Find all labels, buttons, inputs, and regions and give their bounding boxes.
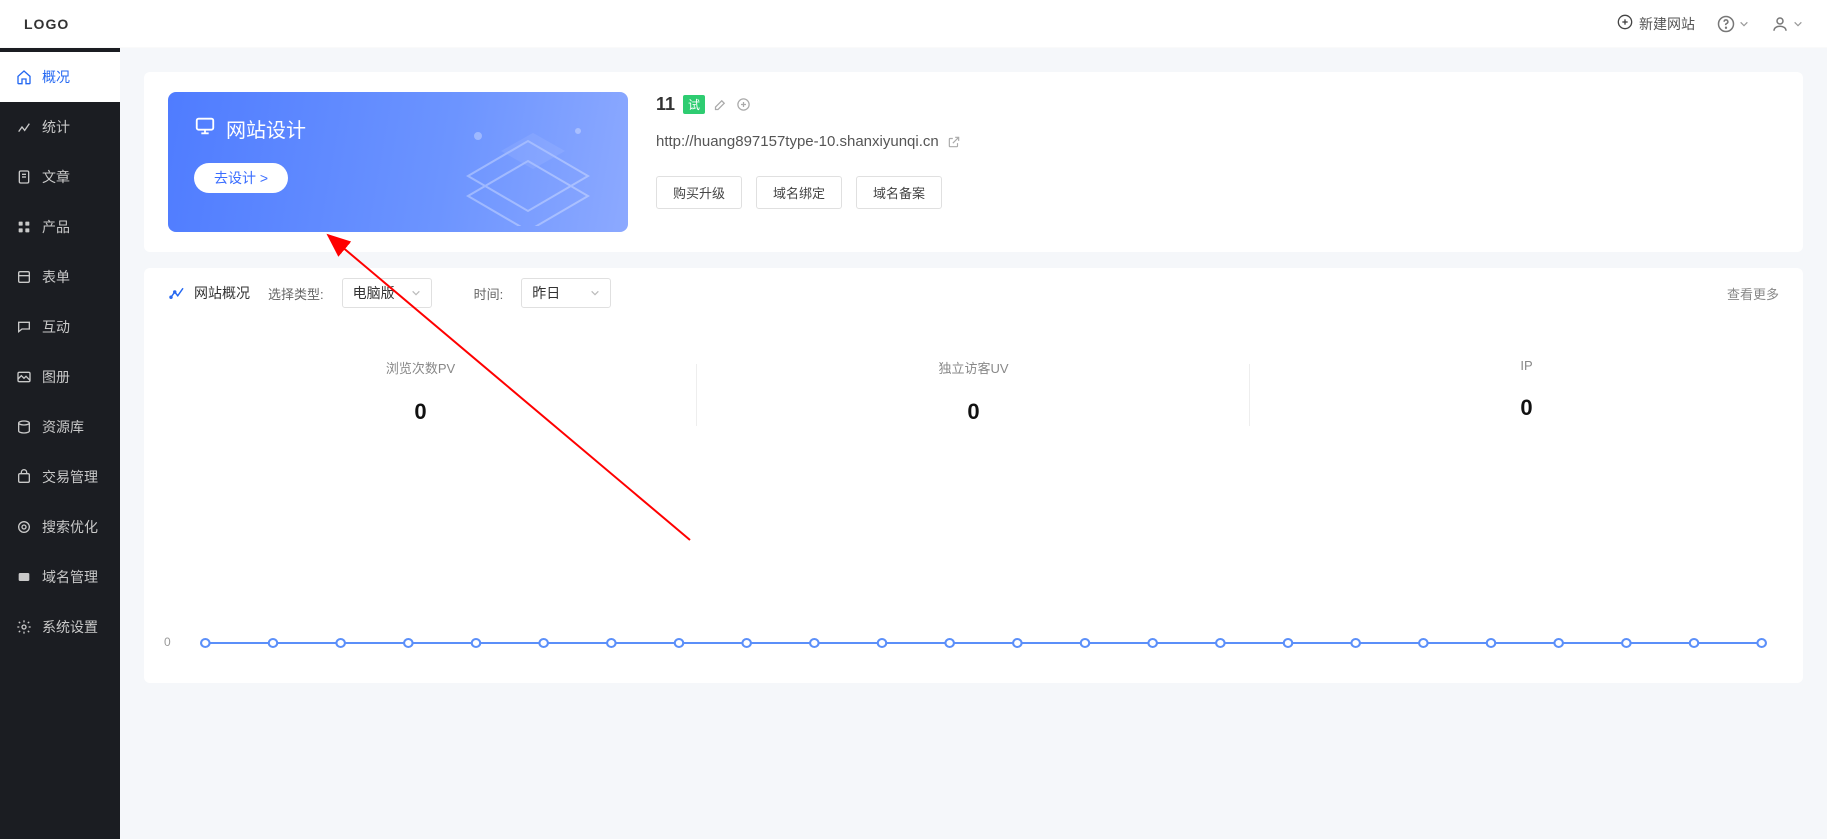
type-label: 选择类型: bbox=[268, 284, 324, 303]
monitor-icon bbox=[194, 115, 216, 143]
sidebar-item-settings[interactable]: 系统设置 bbox=[0, 602, 120, 652]
stats-panel: 网站概况 选择类型: 电脑版 时间: 昨日 查看更多 浏览次数PV 0 bbox=[144, 268, 1803, 683]
sidebar-item-label: 域名管理 bbox=[42, 567, 98, 587]
stats-title: 网站概况 bbox=[168, 283, 250, 304]
sidebar-item-interact[interactable]: 互动 bbox=[0, 302, 120, 352]
sidebar-item-resource[interactable]: 资源库 bbox=[0, 402, 120, 452]
form-icon bbox=[16, 269, 32, 285]
site-name: 11 bbox=[656, 94, 675, 115]
sidebar-item-label: 系统设置 bbox=[42, 617, 98, 637]
sidebar-item-article[interactable]: 文章 bbox=[0, 152, 120, 202]
sidebar-item-overview[interactable]: 概况 bbox=[0, 52, 120, 102]
sidebar-item-label: 文章 bbox=[42, 167, 70, 187]
sidebar-item-gallery[interactable]: 图册 bbox=[0, 352, 120, 402]
kpi-row: 浏览次数PV 0 独立访客UV 0 IP 0 bbox=[144, 318, 1803, 437]
sidebar-item-product[interactable]: 产品 bbox=[0, 202, 120, 252]
grid-icon bbox=[16, 219, 32, 235]
kpi-value: 0 bbox=[1250, 395, 1803, 421]
gear-icon bbox=[16, 619, 32, 635]
design-card-title-text: 网站设计 bbox=[226, 114, 306, 143]
doc-icon bbox=[16, 169, 32, 185]
chart-icon bbox=[168, 283, 186, 304]
topbar-right: 新建网站 bbox=[1617, 14, 1803, 34]
logo: LOGO bbox=[24, 16, 69, 32]
sidebar-item-label: 产品 bbox=[42, 217, 70, 237]
sidebar: 概况 统计 文章 产品 表单 互动 图册 资源库 bbox=[0, 48, 120, 839]
plus-circle-icon bbox=[1617, 14, 1633, 33]
sidebar-item-seo[interactable]: 搜索优化 bbox=[0, 502, 120, 552]
chart-icon bbox=[16, 119, 32, 135]
time-select[interactable]: 昨日 bbox=[521, 278, 611, 308]
user-menu-button[interactable] bbox=[1771, 15, 1803, 33]
stats-title-text: 网站概况 bbox=[194, 283, 250, 303]
stats-header: 网站概况 选择类型: 电脑版 时间: 昨日 查看更多 bbox=[144, 268, 1803, 318]
chevron-down-icon bbox=[1793, 19, 1803, 29]
kpi-label: 独立访客UV bbox=[697, 358, 1250, 377]
new-site-button[interactable]: 新建网站 bbox=[1617, 14, 1695, 34]
open-url-icon[interactable] bbox=[947, 135, 961, 149]
site-url[interactable]: http://huang897157type-10.shanxiyunqi.cn bbox=[656, 133, 939, 150]
target-icon bbox=[16, 519, 32, 535]
sidebar-item-label: 互动 bbox=[42, 317, 70, 337]
chevron-down-icon bbox=[411, 288, 421, 298]
view-more-link[interactable]: 查看更多 bbox=[1727, 284, 1779, 303]
app-root: LOGO 新建网站 概况 统计 bbox=[0, 0, 1827, 839]
go-design-button[interactable]: 去设计 > bbox=[194, 163, 288, 193]
kpi-ip: IP 0 bbox=[1250, 358, 1803, 425]
sidebar-item-label: 资源库 bbox=[42, 417, 84, 437]
type-select[interactable]: 电脑版 bbox=[342, 278, 432, 308]
sidebar-item-label: 图册 bbox=[42, 367, 70, 387]
bind-domain-button[interactable]: 域名绑定 bbox=[756, 176, 842, 209]
main: 网站设计 去设计 > bbox=[120, 48, 1827, 839]
trial-badge: 试 bbox=[683, 95, 705, 114]
chart-wrap: 0 bbox=[144, 437, 1803, 667]
record-domain-button[interactable]: 域名备案 bbox=[856, 176, 942, 209]
site-actions: 购买升级 域名绑定 域名备案 bbox=[656, 176, 1779, 209]
chat-icon bbox=[16, 319, 32, 335]
time-select-value: 昨日 bbox=[532, 283, 560, 303]
site-header-panel: 网站设计 去设计 > bbox=[144, 72, 1803, 252]
kpi-pv: 浏览次数PV 0 bbox=[144, 358, 697, 425]
kpi-label: 浏览次数PV bbox=[144, 358, 697, 377]
kpi-uv: 独立访客UV 0 bbox=[697, 358, 1250, 425]
sidebar-item-label: 搜索优化 bbox=[42, 517, 98, 537]
kpi-label: IP bbox=[1250, 358, 1803, 373]
site-url-row: http://huang897157type-10.shanxiyunqi.cn bbox=[656, 133, 1779, 150]
sidebar-item-domain[interactable]: 域名管理 bbox=[0, 552, 120, 602]
chevron-down-icon bbox=[1739, 19, 1749, 29]
design-card: 网站设计 去设计 > bbox=[168, 92, 628, 232]
sidebar-item-label: 统计 bbox=[42, 117, 70, 137]
add-site-button[interactable] bbox=[736, 97, 751, 112]
edit-name-button[interactable] bbox=[713, 97, 728, 112]
sidebar-item-form[interactable]: 表单 bbox=[0, 252, 120, 302]
cart-icon bbox=[16, 469, 32, 485]
upgrade-button[interactable]: 购买升级 bbox=[656, 176, 742, 209]
type-select-value: 电脑版 bbox=[353, 283, 395, 303]
kpi-value: 0 bbox=[144, 399, 697, 425]
topbar: LOGO 新建网站 bbox=[0, 0, 1827, 48]
sidebar-item-label: 交易管理 bbox=[42, 467, 98, 487]
time-label: 时间: bbox=[474, 284, 504, 303]
chevron-down-icon bbox=[590, 288, 600, 298]
chart-ytick: 0 bbox=[164, 635, 171, 649]
domain-icon bbox=[16, 569, 32, 585]
go-design-label: 去设计 > bbox=[214, 168, 268, 188]
home-icon bbox=[16, 69, 32, 85]
site-title-row: 11 试 bbox=[656, 94, 1779, 115]
decoration-illustration bbox=[438, 106, 618, 229]
sidebar-item-stats[interactable]: 统计 bbox=[0, 102, 120, 152]
kpi-value: 0 bbox=[697, 399, 1250, 425]
gallery-icon bbox=[16, 369, 32, 385]
site-info: 11 试 http://huang897157type-10.shanxiyun… bbox=[656, 92, 1779, 209]
database-icon bbox=[16, 419, 32, 435]
help-button[interactable] bbox=[1717, 15, 1749, 33]
sidebar-item-label: 表单 bbox=[42, 267, 70, 287]
sidebar-item-label: 概况 bbox=[42, 67, 70, 87]
new-site-label: 新建网站 bbox=[1639, 14, 1695, 34]
line-chart bbox=[184, 437, 1783, 667]
sidebar-item-trade[interactable]: 交易管理 bbox=[0, 452, 120, 502]
